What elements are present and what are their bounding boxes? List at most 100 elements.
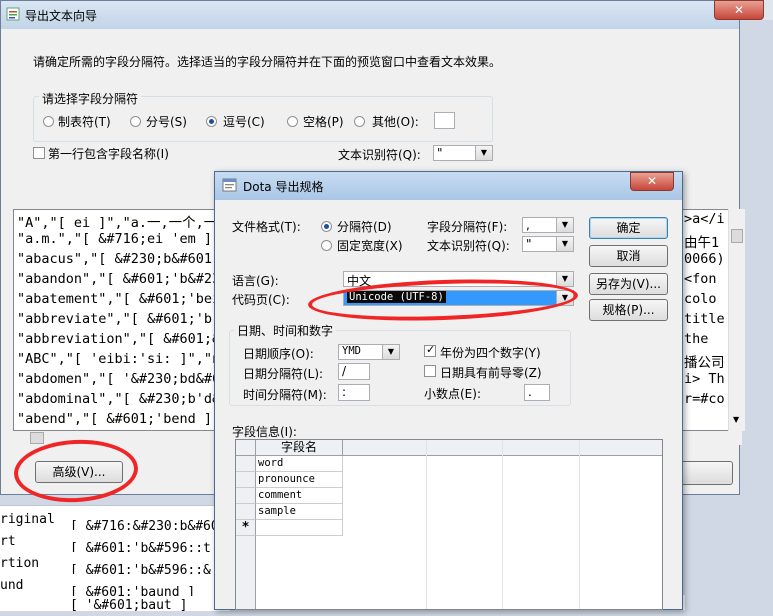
first-row-checkbox[interactable] [33,147,45,159]
field-name-cell[interactable]: pronounce [256,472,343,488]
radio-other[interactable] [354,116,365,127]
date-separator-value: / [342,364,347,378]
text-qualifier-label: 文本识别符(Q): [427,239,510,253]
preview-line-tail: 0066) [684,251,725,267]
preview-line-tail: the [684,331,709,347]
row-selector[interactable] [236,488,256,504]
preview-line: "abend","[ &#601;'bend ]" [17,411,221,427]
save-as-button[interactable]: 另存为(V)... [589,273,668,295]
field-name-cell[interactable]: word [256,456,343,472]
qualifier-combo[interactable]: " ▼ [433,145,493,161]
row-selector[interactable] [236,504,256,520]
radio-delimited-label: 分隔符(D) [337,220,392,234]
cancel-button[interactable]: 取消 [589,245,668,267]
time-separator-value: : [342,385,347,399]
radio-semicolon-label: 分号(S) [146,115,187,129]
radio-tab-label: 制表符(T) [58,115,111,129]
dialog-title-bar[interactable]: Dota 导出规格 [215,172,682,200]
table-row: rt [ &#601;'b&#596;:t [0,532,230,552]
date-order-combo[interactable]: YMD ▼ [338,344,400,360]
radio-space-label: 空格(P) [303,115,344,129]
four-digit-year-label: 年份为四个数字(Y) [440,346,541,360]
new-row-selector[interactable]: * [236,520,256,536]
cell: [ &#601;'b&#596;:t [70,541,211,552]
field-name-cell[interactable]: sample [256,504,343,520]
leading-zero-checkbox[interactable] [424,365,436,377]
wizard-title-bar[interactable]: 导出文本向导 [1,1,739,29]
radio-delimited[interactable] [321,221,332,232]
radio-space[interactable] [287,116,298,127]
date-time-group-label: 日期、时间和数字 [234,322,337,339]
background-table: riginal [ &#716;&#230;b&#60 rt [ &#601;'b&… [0,505,230,613]
preview-vertical-scrollbar[interactable]: ▼ [728,209,745,431]
preview-line: "abandon","[ &#601;'b&#23 [17,271,221,287]
file-format-label: 文件格式(T): [232,220,301,234]
ok-button[interactable]: 确定 [589,217,668,239]
dialog-close-button[interactable]: ✕ [630,172,674,191]
field-name-cell[interactable] [256,520,343,536]
cell: [ '&#601;baut ] [70,598,188,613]
preview-line-tail: 播公司 [684,355,725,371]
radio-tab[interactable] [43,116,54,127]
grid-header-field-name: 字段名 [256,440,343,456]
preview-line: "abbreviate","[ &#601;'br [17,311,221,327]
grid-corner [236,440,256,456]
time-separator-input[interactable]: : [338,384,370,401]
field-delimiter-combo[interactable]: , ▼ [522,217,574,233]
date-order-value: YMD [342,345,361,357]
grid-column-line [502,440,503,609]
chevron-down-icon: ▼ [475,146,492,160]
radio-comma[interactable] [206,116,217,127]
preview-line-tail: r=#co [684,391,725,407]
chevron-down-icon: ▼ [556,218,573,232]
four-digit-year-checkbox[interactable] [424,343,436,357]
table-row: rtion [ &#601;'b&#596;:& [0,554,230,574]
scroll-thumb[interactable] [30,432,44,444]
specs-button[interactable]: 规格(P)... [589,299,668,321]
text-qualifier-value: " [526,237,532,251]
date-separator-input[interactable]: / [338,363,370,380]
field-info-label: 字段信息(I): [232,425,297,439]
chevron-down-icon: ▼ [556,272,573,286]
preview-line-tail: title [684,311,725,327]
preview-line-tail: i> Th [684,371,725,387]
qualifier-label: 文本识别符(Q): [338,148,421,162]
text-qualifier-combo[interactable]: " ▼ [522,236,574,252]
table-row: [ '&#601;baut ] [0,596,230,616]
cell: riginal [0,512,55,527]
scroll-down-icon[interactable]: ▼ [733,415,739,424]
wizard-close-button[interactable]: ✕ [714,0,764,20]
dialog-title: Dota 导出规格 [243,180,324,194]
row-selector[interactable] [236,472,256,488]
preview-line-tail: 由午1 [684,235,720,251]
preview-line-tail: >a</i [684,211,725,227]
time-separator-label: 时间分隔符(M): [243,388,327,402]
wizard-app-icon [6,7,20,21]
radio-fixed-width-label: 固定宽度(X) [337,239,403,253]
table-row: und [ &#601;'baund ] [0,576,230,596]
field-name-cell[interactable]: comment [256,488,343,504]
preview-line: "A","[ ei ]","a.一,一个,一 [17,215,218,231]
preview-line: "a.m.","[ &#716;ei 'em ]" [17,231,221,247]
radio-semicolon[interactable] [130,116,141,127]
delimiter-group-label: 请选择字段分隔符 [39,90,142,107]
wizard-next-button[interactable] [675,461,733,485]
preview-line: "abdomen","[ '&#230;bd&#6 [17,371,221,387]
date-separator-label: 日期分隔符(L): [243,367,324,381]
wizard-title: 导出文本向导 [25,9,98,23]
scroll-thumb[interactable] [731,229,743,243]
cell: rtion [0,556,40,571]
radio-other-label: 其他(O): [372,115,419,129]
field-info-grid[interactable]: 字段名 word pronounce comment sample * [235,439,663,610]
date-order-label: 日期顺序(O): [243,347,314,361]
row-selector[interactable] [236,456,256,472]
preview-line: "abdominal","[ &#230;b'd& [17,391,221,407]
radio-fixed-width[interactable] [321,240,332,251]
code-page-label: 代码页(C): [232,293,290,307]
decimal-input[interactable]: . [524,384,550,401]
preview-line: "abacus","[ &#230;b&#601 [17,251,213,267]
other-delimiter-input[interactable] [434,112,455,129]
preview-line-tail: <fon [684,271,717,287]
cell: [ &#716;&#230;b&#60 [70,519,219,530]
cell: [ &#601;'b&#596;:& [70,563,211,574]
